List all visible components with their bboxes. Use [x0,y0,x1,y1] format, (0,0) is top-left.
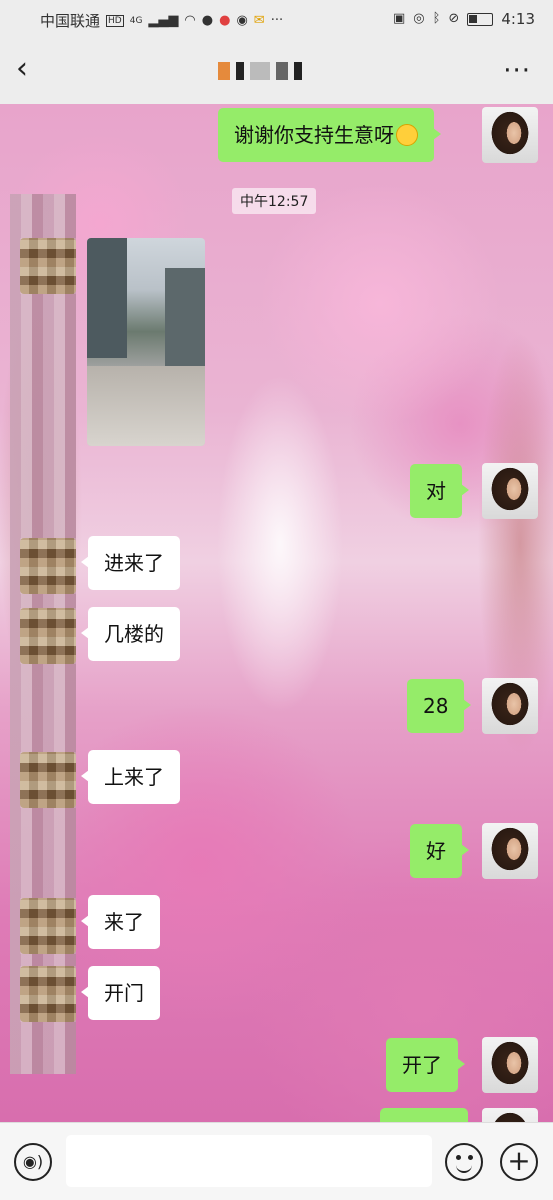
photo-building [87,238,127,358]
wechat-icon: ◉ [236,12,248,28]
more-notifications-icon: ··· [270,12,284,28]
message-text: 上来了 [104,765,164,789]
input-bar: ◉) + [0,1122,553,1200]
contact-name-obscured [218,62,302,80]
photo-building [165,268,205,378]
mosaic-block [218,62,230,80]
my-avatar[interactable] [482,678,538,734]
my-avatar[interactable] [482,823,538,879]
mosaic-block [250,62,270,80]
message-text: 28 [423,694,449,718]
chat-notification-icon: ● [201,12,214,28]
grin-emoji-icon [396,123,418,146]
message-bubble-received[interactable]: 开门 [81,966,160,1020]
message-bubble-received[interactable]: 几楼的 [81,607,180,661]
image-message[interactable] [87,238,205,446]
chat-header: ‹ ··· [0,38,553,104]
message-bubble-sent[interactable]: 谢谢你支持生意呀 [218,108,441,162]
location-icon: ● [219,12,231,28]
signal-icon: ▂▄▆ [148,12,179,28]
plus-icon[interactable]: + [500,1143,538,1181]
status-time: 4:13 [501,10,535,28]
my-avatar[interactable] [482,107,538,163]
message-bubble-sent-partial[interactable] [380,1108,468,1122]
voice-input-icon[interactable]: ◉) [14,1143,52,1181]
message-text: 谢谢你支持生意呀 [234,123,394,147]
more-options-icon[interactable]: ··· [503,56,531,86]
network-label: 4G [129,15,143,26]
contact-avatar[interactable] [20,238,76,294]
mosaic-block [236,62,244,80]
contact-avatar[interactable] [20,898,76,954]
message-bubble-received[interactable]: 进来了 [81,536,180,590]
hd-badge: HD [106,14,124,27]
status-left: 中国联通 HD 4G ▂▄▆ ◠ ● ● ◉ ✉ ··· [40,10,283,31]
message-bubble-received[interactable]: 上来了 [81,750,180,804]
message-bubble-received[interactable]: 来了 [81,895,160,949]
my-avatar[interactable] [482,1108,538,1122]
contact-avatar[interactable] [20,752,76,808]
message-text: 开门 [104,981,144,1005]
mute-icon: ⊘ [448,11,460,26]
eye-icon: ◎ [413,11,425,26]
bluetooth-icon: ᛒ [432,11,441,26]
message-bubble-sent[interactable]: 对 [410,464,469,518]
status-bar: 中国联通 HD 4G ▂▄▆ ◠ ● ● ◉ ✉ ··· ▣ ◎ ᛒ ⊘ 4:1… [0,0,553,38]
briefcase-icon: ▣ [392,11,406,26]
mosaic-block [276,62,288,80]
message-bubble-sent[interactable]: 28 [407,679,472,733]
message-text: 好 [426,839,446,863]
message-text: 几楼的 [104,622,164,646]
contact-avatar[interactable] [20,608,76,664]
message-text: 开了 [402,1053,442,1077]
message-text: 来了 [104,910,144,934]
carrier-label: 中国联通 [40,12,101,30]
my-avatar[interactable] [482,1037,538,1093]
photo-street [87,366,205,446]
contact-avatar[interactable] [20,966,76,1022]
battery-icon [467,12,494,26]
message-bubble-sent[interactable]: 好 [410,824,469,878]
status-right: ▣ ◎ ᛒ ⊘ 4:13 [393,10,535,28]
message-timestamp: 中午12:57 [232,188,317,214]
my-avatar[interactable] [482,463,538,519]
chevron-left-icon[interactable]: ‹ [16,54,46,84]
message-text: 对 [426,479,446,503]
wifi-icon: ◠ [184,12,196,28]
message-text: 进来了 [104,551,164,575]
emoji-icon[interactable] [445,1143,483,1181]
message-bubble-sent[interactable]: 开了 [386,1038,465,1092]
chat-area[interactable]: 谢谢你支持生意呀 中午12:57 对 进来了 几楼的 28 上来了 好 来了 开… [0,104,553,1122]
mosaic-block [294,62,302,80]
contact-avatar[interactable] [20,538,76,594]
message-input[interactable] [66,1135,432,1187]
mail-icon: ✉ [253,12,265,28]
